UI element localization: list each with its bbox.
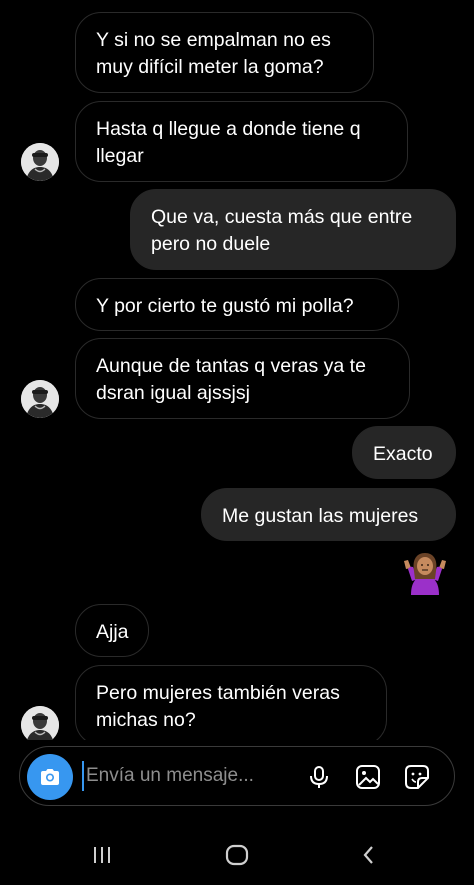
sticker-icon xyxy=(405,765,429,789)
recent-apps-button[interactable] xyxy=(87,840,117,870)
person-shrugging-emoji[interactable] xyxy=(402,549,448,595)
message-bubble-incoming[interactable]: Aunque de tantas q veras ya te dsran igu… xyxy=(75,338,410,419)
message-bubble-incoming[interactable]: Y si no se empalman no es muy difícil me… xyxy=(75,12,374,93)
message-bubble-incoming[interactable]: Hasta q llegue a donde tiene q llegar xyxy=(75,101,408,182)
system-navigation-bar xyxy=(0,825,474,885)
message-bubble-outgoing[interactable]: Me gustan las mujeres xyxy=(201,488,456,541)
home-icon xyxy=(225,844,249,866)
back-icon xyxy=(363,846,373,864)
back-button[interactable] xyxy=(354,840,384,870)
person-shrugging-icon xyxy=(404,553,446,595)
home-button[interactable] xyxy=(222,840,252,870)
message-bubble-incoming[interactable]: Y por cierto te gustó mi polla? xyxy=(75,278,399,331)
camera-button[interactable] xyxy=(27,754,73,800)
gallery-button[interactable] xyxy=(353,762,383,792)
camera-icon xyxy=(41,769,59,785)
message-input[interactable] xyxy=(82,761,286,791)
contact-avatar[interactable] xyxy=(21,706,59,740)
message-composer xyxy=(19,746,455,806)
message-bubble-outgoing[interactable]: Que va, cuesta más que entre pero no due… xyxy=(130,189,456,270)
avatar-photo-icon xyxy=(21,706,59,740)
avatar-photo-icon xyxy=(21,380,59,418)
avatar-photo-icon xyxy=(21,143,59,181)
microphone-button[interactable] xyxy=(304,762,334,792)
message-bubble-incoming[interactable]: Ajja xyxy=(75,604,149,657)
sticker-button[interactable] xyxy=(402,762,432,792)
message-bubble-outgoing[interactable]: Exacto xyxy=(352,426,456,479)
message-thread[interactable]: Y si no se empalman no es muy difícil me… xyxy=(0,0,474,740)
contact-avatar[interactable] xyxy=(21,143,59,181)
recent-apps-icon xyxy=(94,847,110,863)
contact-avatar[interactable] xyxy=(21,380,59,418)
gallery-icon xyxy=(356,765,380,789)
message-bubble-incoming[interactable]: Pero mujeres también veras michas no? xyxy=(75,665,387,740)
microphone-icon xyxy=(310,766,328,788)
